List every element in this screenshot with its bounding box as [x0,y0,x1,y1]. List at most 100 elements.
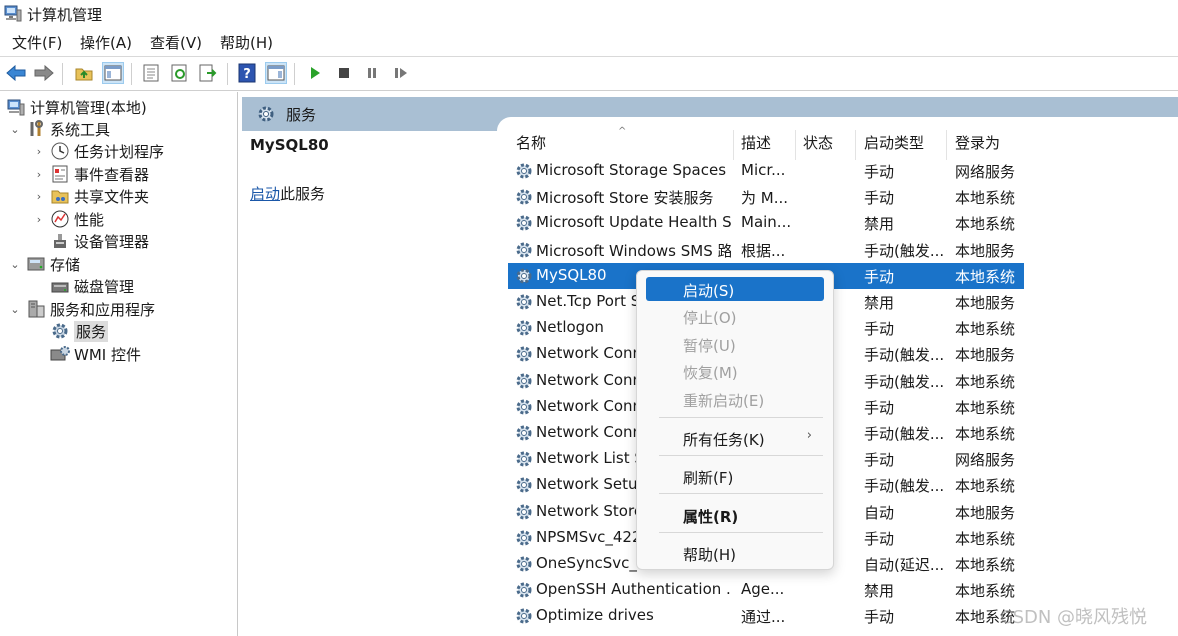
cell-name: Microsoft Store 安装服务 [536,189,714,208]
menu-item-label: 所有任务(K) [683,431,765,449]
tools-icon [26,119,46,139]
service-description-panel: MySQL80 启动此服务 [242,131,497,636]
tree-item-shared-folders[interactable]: › 共享文件夹 [32,185,149,207]
service-gear-icon [516,608,532,624]
context-properties[interactable]: 属性(R) [646,503,824,527]
tree-item-wmi-control[interactable]: WMI 控件 [50,343,141,365]
tree-root[interactable]: 计算机管理(本地) [6,96,147,118]
svg-text:?: ? [243,67,251,82]
column-header-description[interactable]: 描述 [741,132,771,158]
tree-item-disk-management[interactable]: 磁盘管理 [50,275,134,297]
cell-desc: Age... [741,580,785,599]
tree-root-label: 计算机管理(本地) [30,98,147,117]
expand-icon[interactable]: › [32,213,46,226]
task-scheduler-icon [50,141,70,161]
cell-desc: 通过... [741,608,786,627]
cell-name: OpenSSH Authentication ... [536,580,731,599]
forward-arrow-icon[interactable] [33,62,55,84]
tree-item-event-viewer[interactable]: › 事件查看器 [32,163,149,185]
service-gear-icon [516,425,532,441]
cell-startup: 手动(触发... [864,241,945,260]
tree-item-services[interactable]: 服务 [50,320,109,342]
menu-file[interactable]: 文件(F) [12,32,62,53]
expand-icon[interactable]: › [32,168,46,181]
menu-view[interactable]: 查看(V) [150,32,202,53]
cell-logon: 本地服务 [955,346,1016,365]
cell-name: Microsoft Windows SMS 路... [536,241,731,260]
start-service-link[interactable]: 启动 [250,185,280,203]
pause-icon[interactable] [361,62,383,84]
column-header-name[interactable]: 名称 [516,132,546,158]
column-header-status[interactable]: 状态 [803,132,833,158]
service-gear-icon [516,582,532,598]
refresh-icon[interactable] [169,62,191,84]
tree-label: 系统工具 [50,120,111,139]
expand-icon[interactable]: › [32,190,46,203]
properties-icon[interactable] [140,62,162,84]
menu-help[interactable]: 帮助(H) [220,32,273,53]
back-arrow-icon[interactable] [5,62,27,84]
disk-management-icon [50,276,70,296]
show-hide-action-pane-icon[interactable] [265,62,287,84]
export-list-icon[interactable] [197,62,219,84]
tree-label: WMI 控件 [74,345,141,364]
services-gear-icon [258,106,274,122]
menu-action[interactable]: 操作(A) [80,32,132,53]
tree-item-storage[interactable]: ⌄ 存储 [8,253,80,275]
tree-item-performance[interactable]: › 性能 [32,208,104,230]
up-folder-icon[interactable] [73,62,95,84]
play-icon[interactable] [304,62,326,84]
table-row[interactable]: Microsoft Storage Spaces S... Micr... 手动 网络… [508,158,1024,184]
tree-item-task-scheduler[interactable]: › 任务计划程序 [32,140,164,162]
table-row[interactable]: Microsoft Windows SMS 路... 根据... 手动(触发... 本… [508,237,1024,263]
menu-item-label: 刷新(F) [683,469,734,487]
tree-item-device-manager[interactable]: 设备管理器 [50,230,149,252]
device-manager-icon [50,231,70,251]
cell-logon: 本地系统 [955,215,1016,234]
collapse-icon[interactable]: ⌄ [8,123,22,136]
cell-logon: 本地系统 [955,320,1016,339]
cell-startup: 手动 [864,529,895,548]
cell-logon: 本地服务 [955,294,1016,312]
menu-item-label: 启动(S) [683,282,735,300]
cell-logon: 本地系统 [955,425,1016,443]
context-help[interactable]: 帮助(H) [646,541,824,565]
table-row[interactable]: Microsoft Store 安装服务 为 M... 手动 本地系统 [508,184,1024,210]
window-title: 计算机管理 [27,6,103,24]
watermark: CSDN @晓风残悦 [1000,607,1148,628]
cell-startup: 自动 [864,503,895,522]
service-gear-icon [516,294,532,310]
column-header-startup-type[interactable]: 启动类型 [864,132,924,158]
context-refresh[interactable]: 刷新(F) [646,464,824,488]
start-service-line: 启动此服务 [250,183,325,204]
service-gear-icon [516,373,532,389]
context-all-tasks[interactable]: 所有任务(K) › [646,426,824,450]
service-gear-icon [516,399,532,415]
cell-startup: 禁用 [864,582,895,601]
cell-logon: 本地服务 [955,241,1016,260]
cell-logon: 本地系统 [955,529,1016,548]
cell-logon: 本地服务 [955,503,1016,522]
tree-item-services-apps[interactable]: ⌄ 服务和应用程序 [8,298,155,320]
service-gear-icon [516,215,532,231]
tree-label: 服务 [74,320,109,342]
restart-icon[interactable] [390,62,412,84]
column-header-logon-as[interactable]: 登录为 [955,132,1000,158]
expand-icon[interactable]: › [32,145,46,158]
tree-label: 磁盘管理 [74,277,135,296]
table-row[interactable]: Microsoft Update Health S... Main... 禁用 本地系… [508,210,1024,236]
table-row[interactable]: Optimize drives 通过... 手动 本地系统 [508,603,1024,629]
table-row[interactable]: OpenSSH Authentication ... Age... 禁用 本地系统 [508,577,1024,603]
collapse-icon[interactable]: ⌄ [8,258,22,271]
show-hide-console-tree-icon[interactable] [102,62,124,84]
cell-startup: 手动 [864,189,895,208]
context-pause: 暂停(U) [646,332,824,356]
service-gear-icon [516,268,532,284]
collapse-icon[interactable]: ⌄ [8,303,22,316]
service-gear-icon [516,451,532,467]
cell-logon: 本地系统 [955,556,1016,574]
help-icon[interactable]: ? [236,62,258,84]
stop-icon[interactable] [333,62,355,84]
context-start[interactable]: 启动(S) [646,277,824,301]
tree-item-system-tools[interactable]: ⌄ 系统工具 [8,118,110,140]
